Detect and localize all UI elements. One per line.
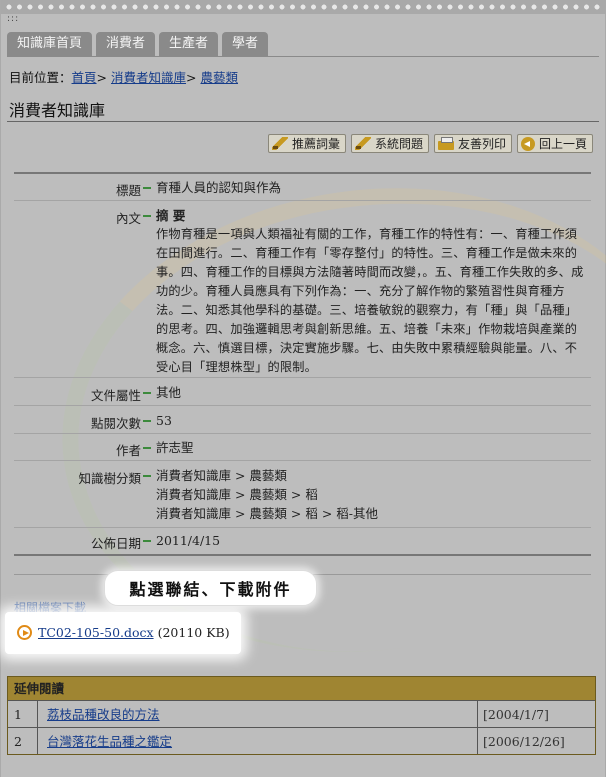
item-link[interactable]: 台灣落花生品種之鑑定 — [47, 734, 172, 749]
tab-scholar[interactable]: 學者 — [222, 32, 269, 56]
green-dash-icon — [143, 540, 151, 542]
row-views: 點閱次數 53 — [14, 406, 591, 434]
tree-values: 消費者知識庫 > 農藝類 消費者知識庫 > 農藝類 > 稻 消費者知識庫 > 農… — [156, 466, 585, 523]
print-button[interactable]: 友善列印 — [433, 134, 512, 153]
title-value: 育種人員的認知與作為 — [156, 180, 282, 195]
pencil-icon — [271, 137, 288, 150]
views-value: 53 — [156, 413, 172, 428]
attr-label: 文件屬性 — [90, 388, 141, 403]
system-issue-label: 系統問題 — [374, 137, 423, 151]
green-dash-icon — [143, 215, 151, 217]
title-label: 標題 — [115, 183, 141, 198]
breadcrumb-prefix: 目前位置： — [9, 70, 72, 85]
tree-label: 知識樹分類 — [78, 471, 141, 486]
item-date: [2004/1/7] — [483, 707, 549, 722]
item-number: 2 — [8, 728, 38, 754]
item-date: [2006/12/26] — [483, 734, 565, 749]
author-label: 作者 — [115, 443, 141, 458]
breadcrumb-sep: > — [96, 70, 108, 85]
green-dash-icon — [143, 187, 151, 189]
recommend-label: 推薦詞彙 — [291, 137, 340, 151]
system-issue-button[interactable]: 系統問題 — [350, 134, 429, 153]
back-arrow-icon — [520, 136, 535, 151]
breadcrumb-sep: > — [186, 70, 197, 85]
file-size: (20110 KB) — [157, 625, 230, 640]
tree-item: 消費者知識庫 > 農藝類 > 稻 — [156, 487, 318, 502]
abstract-heading: 摘 要 — [156, 208, 186, 223]
perforated-top-border — [1, 0, 606, 14]
printer-icon — [437, 136, 454, 150]
date-value: 2011/4/15 — [156, 533, 221, 548]
content-label: 內文 — [115, 211, 141, 226]
tree-item: 消費者知識庫 > 農藝類 > 稻 > 稻-其他 — [156, 506, 378, 521]
row-attr: 文件屬性 其他 — [14, 378, 591, 406]
back-button[interactable]: 回上一頁 — [516, 134, 593, 153]
accesskey-dots: ::: — [7, 14, 20, 24]
main-tabs: 知識庫首頁 消費者 生產者 學者 — [7, 32, 269, 56]
item-title: 荔枝品種改良的方法 — [38, 701, 478, 727]
callout-bubble: 點選聯結、下載附件 — [104, 570, 317, 606]
row-title: 標題 育種人員的認知與作為 — [14, 174, 591, 201]
extended-reading: 延伸閱讀 1 荔枝品種改良的方法 [2004/1/7] 2 台灣落花生品種之鑑定… — [7, 676, 596, 755]
breadcrumb-agronomy[interactable]: 農藝類 — [200, 70, 238, 85]
date-label: 公佈日期 — [90, 536, 141, 551]
list-item: 2 台灣落花生品種之鑑定 [2006/12/26] — [8, 727, 595, 754]
green-dash-icon — [143, 420, 151, 422]
row-date: 公佈日期 2011/4/15 — [14, 528, 591, 554]
print-label: 友善列印 — [457, 137, 506, 151]
tab-home[interactable]: 知識庫首頁 — [7, 32, 93, 56]
breadcrumb-home[interactable]: 首頁 — [72, 70, 97, 85]
extended-reading-header: 延伸閱讀 — [8, 677, 595, 700]
tab-producer[interactable]: 生產者 — [159, 32, 219, 56]
page-title: 消費者知識庫 — [9, 101, 106, 120]
file-link[interactable]: TC02-105-50.docx — [38, 625, 154, 640]
page: ::: 知識庫首頁 消費者 生產者 學者 目前位置：首頁> 消費者知識庫> 農藝… — [0, 0, 606, 777]
title-underline — [7, 121, 599, 122]
tabbar-divider — [7, 56, 599, 57]
breadcrumb-consumer-kb[interactable]: 消費者知識庫 — [111, 70, 186, 85]
toolbar: 推薦詞彙 系統問題 友善列印 回上一頁 — [267, 134, 593, 153]
recommend-terms-button[interactable]: 推薦詞彙 — [267, 134, 346, 153]
list-item: 1 荔枝品種改良的方法 [2004/1/7] — [8, 700, 595, 727]
abstract-text: 作物育種是一項與人類福祉有關的工作，育種工作的特性有：一、育種工作須在田間進行。… — [156, 227, 584, 374]
pencil-icon — [354, 137, 371, 150]
green-dash-icon — [143, 447, 151, 449]
row-content: 內文 摘 要 作物育種是一項與人類福祉有關的工作，育種工作的特性有：一、育種工作… — [14, 201, 591, 378]
green-dash-icon — [143, 392, 151, 394]
row-author: 作者 許志聖 — [14, 434, 591, 461]
author-value: 許志聖 — [156, 440, 194, 455]
file-download: TC02-105-50.docx (20110 KB) — [17, 625, 230, 640]
tree-item: 消費者知識庫 > 農藝類 — [156, 468, 287, 483]
row-tree: 知識樹分類 消費者知識庫 > 農藝類 消費者知識庫 > 農藝類 > 稻 消費者知… — [14, 461, 591, 528]
item-title: 台灣落花生品種之鑑定 — [38, 728, 478, 754]
item-link[interactable]: 荔枝品種改良的方法 — [47, 707, 160, 722]
back-label: 回上一頁 — [538, 137, 587, 151]
attr-value: 其他 — [156, 385, 182, 400]
item-number: 1 — [8, 701, 38, 727]
breadcrumb: 目前位置：首頁> 消費者知識庫> 農藝類 — [9, 67, 238, 86]
views-label: 點閱次數 — [90, 416, 141, 431]
play-icon — [17, 625, 32, 640]
tab-consumer[interactable]: 消費者 — [96, 32, 156, 56]
content-value: 摘 要 作物育種是一項與人類福祉有關的工作，育種工作的特性有：一、育種工作須在田… — [156, 206, 585, 377]
green-dash-icon — [143, 475, 151, 477]
